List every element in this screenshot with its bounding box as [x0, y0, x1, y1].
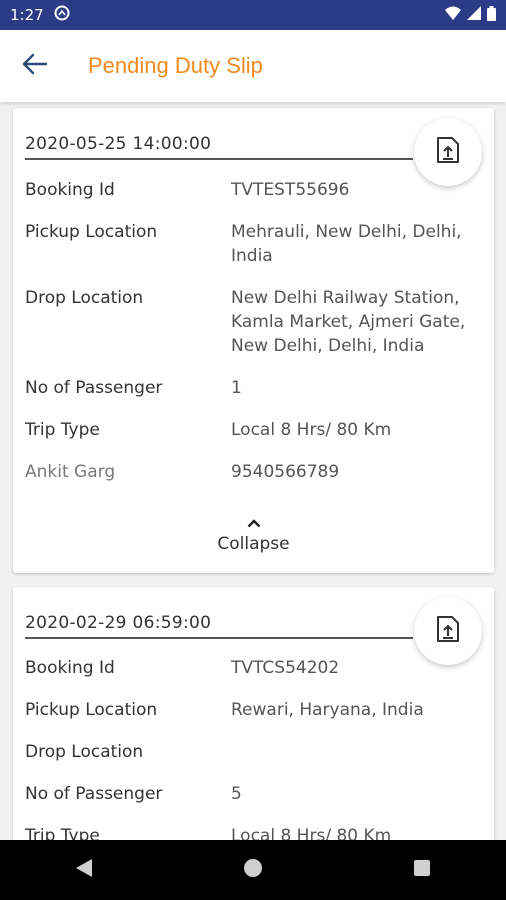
pickup-value: Rewari, Haryana, India: [231, 700, 424, 720]
duty-slip-card: 2020-05-25 14:00:00 Booking Id TVTEST556…: [13, 108, 494, 573]
booking-id-value: TVTCS54202: [231, 658, 340, 678]
booking-id-label: Booking Id: [25, 658, 115, 678]
triangle-back-icon: [75, 858, 93, 882]
duty-slip-card: 2020-02-29 06:59:00 Booking Id TVTCS5420…: [13, 587, 494, 840]
drop-label: Drop Location: [25, 742, 144, 762]
status-bar: 1:27: [0, 0, 506, 30]
upload-button[interactable]: [414, 597, 482, 665]
booking-id-value: TVTEST55696: [231, 180, 350, 200]
pickup-label: Pickup Location: [25, 700, 158, 720]
arrow-left-icon: [22, 53, 48, 79]
app-bar: Pending Duty Slip: [0, 30, 506, 102]
nav-home-button[interactable]: [223, 840, 283, 900]
slip-datetime: 2020-02-29 06:59:00: [25, 613, 413, 639]
contact-phone[interactable]: 9540566789: [231, 460, 481, 484]
square-recents-icon: [413, 859, 431, 881]
passenger-label: No of Passenger: [25, 784, 163, 804]
collapse-button[interactable]: Collapse: [13, 513, 494, 554]
circle-home-icon: [243, 858, 263, 882]
nav-back-button[interactable]: [54, 840, 114, 900]
back-button[interactable]: [20, 51, 50, 81]
passenger-value: 5: [231, 784, 242, 804]
system-nav-bar: [0, 840, 506, 900]
passenger-label: No of Passenger: [25, 378, 163, 398]
battery-icon: [487, 5, 496, 25]
pickup-value: Mehrauli, New Delhi, Delhi, India: [231, 222, 462, 266]
chevron-up-icon: [247, 513, 261, 532]
collapse-label: Collapse: [217, 534, 290, 554]
cast-icon: [54, 5, 70, 25]
trip-type-label: Trip Type: [25, 420, 100, 440]
trip-type-value: Local 8 Hrs/ 80 Km: [231, 420, 392, 440]
slip-datetime: 2020-05-25 14:00:00: [25, 134, 413, 160]
nav-recents-button[interactable]: [392, 840, 452, 900]
trip-type-label: Trip Type: [25, 826, 100, 840]
booking-id-label: Booking Id: [25, 180, 115, 200]
drop-label: Drop Location: [25, 288, 144, 308]
passenger-value: 1: [231, 378, 242, 398]
signal-icon: [467, 6, 481, 24]
trip-type-value: Local 8 Hrs/ 80 Km: [231, 826, 392, 840]
pickup-label: Pickup Location: [25, 222, 158, 242]
drop-value: New Delhi Railway Station, Kamla Market,…: [231, 288, 466, 356]
page-title: Pending Duty Slip: [88, 53, 263, 78]
status-time: 1:27: [10, 6, 44, 24]
contact-name: Ankit Garg: [25, 462, 116, 482]
upload-file-icon: [435, 614, 461, 648]
duty-slip-list[interactable]: 2020-05-25 14:00:00 Booking Id TVTEST556…: [0, 102, 506, 840]
upload-file-icon: [435, 135, 461, 169]
upload-button[interactable]: [414, 118, 482, 186]
wifi-icon: [445, 6, 461, 24]
